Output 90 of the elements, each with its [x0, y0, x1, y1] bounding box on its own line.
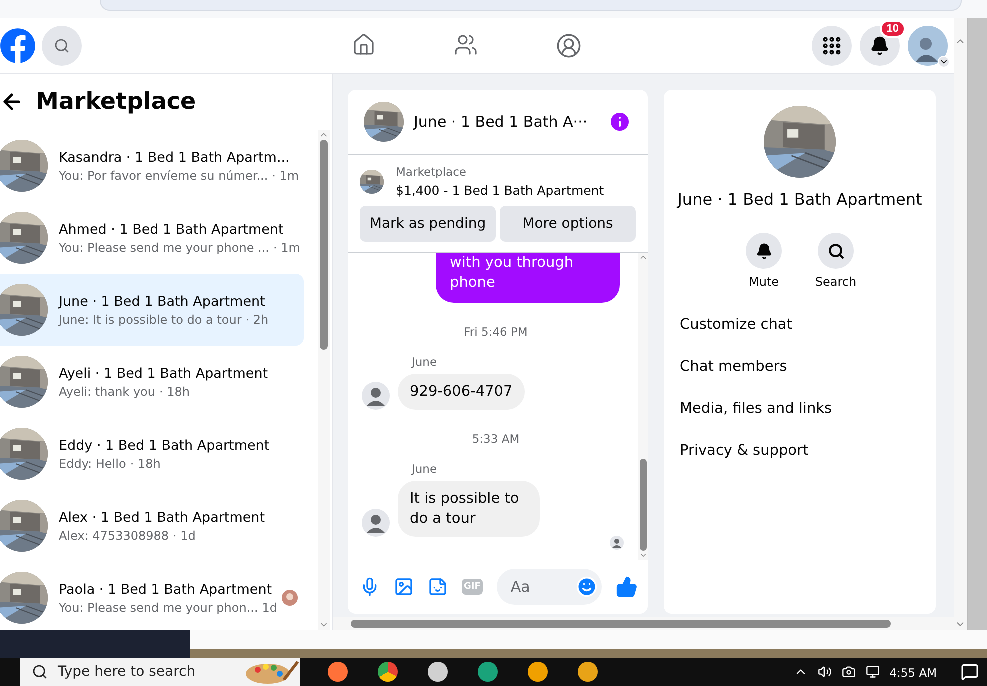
scrollbar[interactable] — [638, 253, 648, 560]
message-preview: Alex: 4753308988 — [59, 528, 170, 542]
listing-summary[interactable]: $1,400 - 1 Bed 1 Bath Apartment — [396, 183, 604, 198]
sticker-icon[interactable] — [428, 577, 448, 597]
scrollbar[interactable] — [318, 130, 330, 630]
app-icon[interactable] — [528, 662, 548, 682]
app-icon[interactable] — [578, 662, 598, 682]
outgoing-message: with you through phone — [436, 253, 620, 303]
listing-source: Marketplace — [396, 165, 468, 179]
message-preview: You: Por favor envíeme su númer... — [59, 168, 268, 182]
message-time: · 18h — [130, 456, 161, 470]
app-icon[interactable] — [428, 662, 448, 682]
search-icon — [32, 664, 48, 680]
conversation-title: Paola · 1 Bed 1 Bath Apartment — [59, 582, 274, 598]
conversation-item[interactable]: Kasandra · 1 Bed 1 Bath Apartm... You: Por favor envíeme su númer... · 1m — [0, 130, 304, 202]
page-title: Marketplace — [36, 89, 196, 115]
avatar-icon — [362, 509, 390, 537]
user-circle-icon[interactable] — [556, 32, 582, 58]
conversation-title: Kasandra · 1 Bed 1 Bath Apartm... — [59, 150, 291, 166]
message-time: · 1d — [173, 528, 196, 542]
action-label: Search — [815, 275, 857, 289]
emoji-icon[interactable] — [576, 576, 598, 598]
conversation-title: Alex · 1 Bed 1 Bath Apartment — [59, 510, 266, 526]
conversation-item[interactable]: Eddy · 1 Bed 1 Bath Apartment Eddy: Hello · 18h — [0, 418, 304, 490]
thumbs-up-icon[interactable] — [616, 576, 638, 598]
menu-item[interactable]: Privacy & support — [680, 443, 920, 459]
bell-icon — [870, 36, 890, 56]
message-time: · 2h — [246, 312, 269, 326]
message-time: · 1m — [272, 168, 300, 182]
volume-icon[interactable] — [818, 665, 832, 679]
menu-item[interactable]: Customize chat — [680, 317, 920, 333]
palette-icon — [244, 660, 300, 684]
conversation-name: June · 1 Bed 1 Bath Apartment — [678, 190, 922, 209]
search-icon — [54, 38, 70, 54]
message-preview: June: It is possible to do a tour — [59, 312, 242, 326]
avatar-icon — [610, 536, 624, 550]
clock-time[interactable]: 4:55 AM — [890, 666, 937, 680]
sender-name: June — [412, 355, 438, 369]
listing-action-button[interactable]: Mark as pending — [360, 206, 496, 242]
action-label: Mute — [748, 275, 780, 289]
message-time: · 1m — [273, 240, 300, 254]
message-preview: Eddy: Hello — [59, 456, 126, 470]
conversation-item[interactable]: Ayeli · 1 Bed 1 Bath Apartment Ayeli: thank you · 18h — [0, 346, 304, 418]
incoming-message: 929-606-4707 — [398, 374, 525, 410]
message-timestamp: 5:33 AM — [472, 432, 520, 446]
incoming-message: It is possible to do a tour — [398, 481, 540, 537]
conversation-item[interactable]: Alex · 1 Bed 1 Bath Apartment Alex: 4753308988 · 1d — [0, 490, 304, 562]
conversation-title: June · 1 Bed 1 Bath Apartment — [59, 294, 266, 310]
conversation-title: Ayeli · 1 Bed 1 Bath Apartment — [59, 366, 268, 382]
app-icon[interactable] — [478, 662, 498, 682]
facebook-logo-icon[interactable] — [0, 28, 36, 64]
profile-button[interactable] — [908, 26, 948, 66]
message-input[interactable]: Aa — [508, 577, 570, 597]
conversation-title: Eddy · 1 Bed 1 Bath Apartment — [59, 438, 270, 454]
message-preview: You: Please send me your phon... — [59, 600, 258, 614]
message-preview: Ayeli: thank you — [59, 384, 156, 398]
conversation-item[interactable]: Paola · 1 Bed 1 Bath Apartment You: Please send me your phon... 1d — [0, 562, 304, 630]
info-icon[interactable] — [608, 110, 632, 134]
message-time: · 18h — [160, 384, 190, 398]
notification-badge: 10 — [880, 20, 906, 38]
message-timestamp: Fri 5:46 PM — [464, 325, 528, 339]
chat-title[interactable]: June · 1 Bed 1 Bath A··· — [414, 113, 598, 131]
menu-grid-button[interactable] — [812, 26, 852, 66]
listing-action-button[interactable]: More options — [500, 206, 636, 242]
message-time: 1d — [262, 600, 278, 614]
sender-name: June — [412, 462, 438, 476]
search-button[interactable] — [818, 233, 854, 269]
conversation-title: Ahmed · 1 Bed 1 Bath Apartment — [59, 222, 285, 238]
mute-button[interactable] — [746, 233, 782, 269]
scroll-down-icon[interactable] — [638, 551, 648, 560]
grid-icon — [821, 34, 843, 56]
notifications-icon[interactable] — [961, 663, 979, 681]
scroll-up-icon[interactable] — [638, 253, 648, 262]
camera-icon[interactable] — [842, 665, 856, 679]
conversation-item[interactable]: Ahmed · 1 Bed 1 Bath Apartment You: Please send me your phone ... · 1m — [0, 202, 304, 274]
message-preview: You: Please send me your phone ... — [59, 240, 270, 254]
bell-icon — [756, 242, 772, 260]
app-icon[interactable] — [328, 662, 348, 682]
search-icon — [828, 242, 844, 260]
taskbar-search-field[interactable]: Type here to search — [20, 658, 300, 686]
window-scrollbar[interactable] — [954, 18, 967, 630]
horizontal-scrollbar[interactable] — [333, 617, 954, 630]
avatar-icon — [908, 26, 948, 66]
avatar-icon — [362, 382, 390, 410]
message-field[interactable]: Aa — [496, 569, 602, 605]
image-icon[interactable] — [394, 577, 414, 597]
app-icon[interactable] — [378, 662, 398, 682]
menu-item[interactable]: Chat members — [680, 359, 920, 375]
conversation-item[interactable]: June · 1 Bed 1 Bath Apartment June: It is possible to do a tour · 2h — [0, 274, 304, 346]
menu-item[interactable]: Media, files and links — [680, 401, 920, 417]
